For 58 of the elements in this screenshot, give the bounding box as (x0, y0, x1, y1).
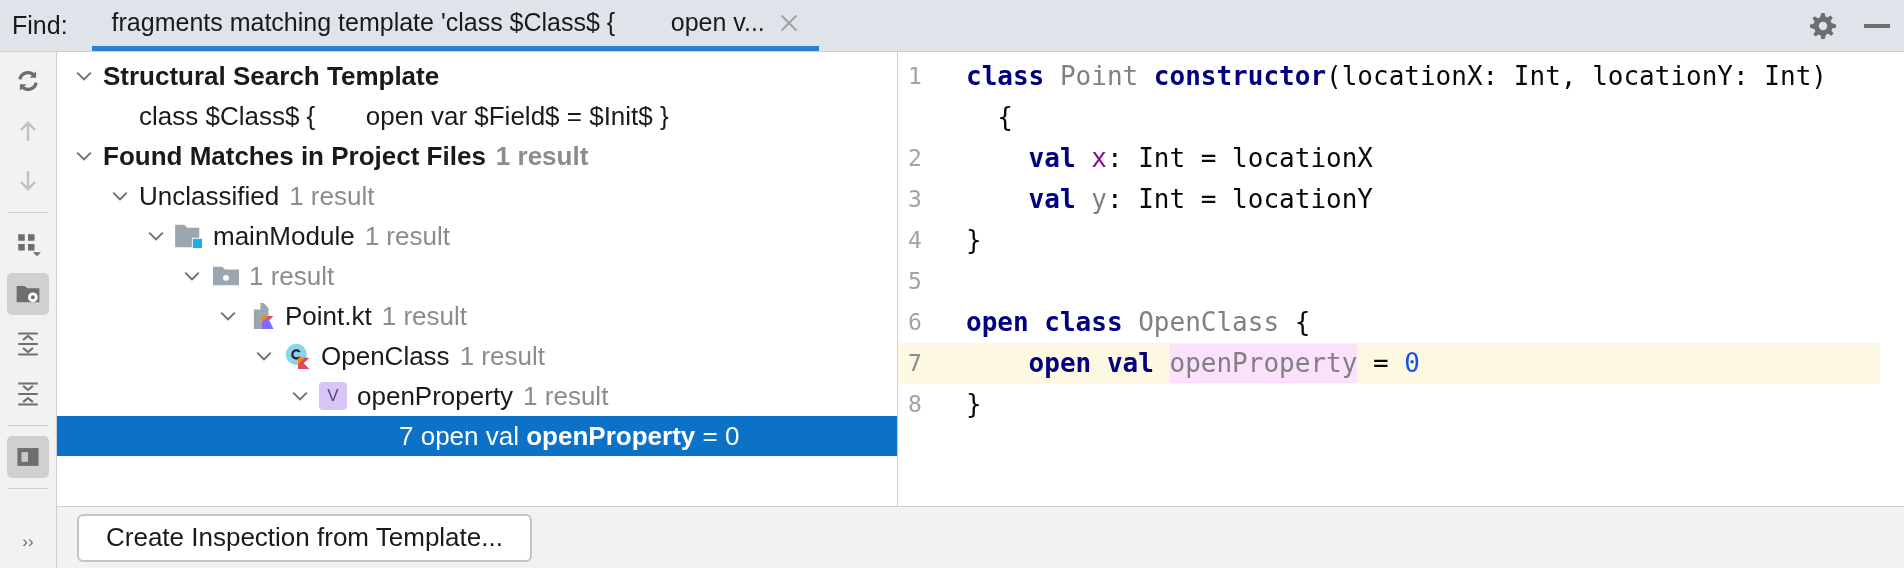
result-count: 1 result (381, 299, 467, 333)
selected-row[interactable]: 7 open val openProperty = 0 (57, 416, 897, 456)
line-number: 1 (907, 62, 923, 92)
code-text: } (966, 388, 982, 421)
module-folder-icon (175, 223, 205, 249)
toolbar-button[interactable] (7, 273, 49, 315)
refresh-icon (15, 68, 41, 94)
node-label[interactable]: openProperty (357, 376, 514, 416)
code-keyword: val (1027, 142, 1077, 175)
property-icon: V (319, 382, 347, 410)
group-title[interactable]: Structural Search Template (103, 56, 440, 96)
node-label[interactable]: class $Class$ { open var $Field$ = $Init$ } (139, 96, 669, 136)
node-label[interactable]: Unclassified (139, 176, 280, 216)
node-label[interactable]: Point.kt (285, 296, 372, 336)
code-keyword: open val (1027, 347, 1155, 380)
code-text: Point (1059, 60, 1140, 93)
node-label[interactable]: mainModule (213, 216, 355, 256)
code-text: 0 (1404, 347, 1420, 380)
result-count: 1 result (364, 219, 450, 253)
line-number: 6 (907, 308, 923, 338)
more-button[interactable]: ›› (22, 528, 34, 554)
settings-icon[interactable] (1810, 12, 1836, 39)
code-text: : Int = locationY (1106, 183, 1373, 216)
result-count: 1 result (495, 139, 589, 173)
line-number: 4 (907, 226, 923, 256)
grid-icon (15, 231, 41, 257)
node-label[interactable]: OpenClass (321, 336, 450, 376)
line-number: 3 (907, 185, 923, 215)
line-number: 8 (907, 390, 923, 420)
line-number: 5 (907, 267, 923, 297)
code-keyword: open class (966, 306, 1124, 339)
code-text: { (1293, 306, 1311, 339)
code-keyword: constructor (1153, 60, 1327, 93)
code-text: } (966, 224, 982, 257)
group-title[interactable]: Found Matches in Project Files (103, 136, 486, 176)
code-text: OpenClass (1138, 306, 1280, 339)
code-text: (locationX: Int, locationY: Int) (1326, 60, 1827, 93)
code-text: = (1372, 347, 1390, 380)
collapse-all-icon (15, 381, 41, 407)
create-inspection-button[interactable]: Create Inspection from Template... (77, 513, 532, 562)
result-count: 1 result (459, 339, 545, 373)
expand-all-icon (15, 331, 41, 357)
result-count: 1 result (523, 379, 609, 413)
minimize-icon[interactable] (1864, 23, 1890, 28)
match-text[interactable]: 7 open val openProperty = 0 (399, 416, 740, 456)
line-number: 2 (907, 144, 923, 174)
code-text: : Int = locationX (1106, 142, 1373, 175)
result-count: 1 result (289, 179, 375, 213)
line-number: 7 (907, 349, 923, 379)
result-count: 1 result (249, 259, 335, 293)
toolbar-button[interactable] (7, 436, 49, 478)
code-keyword: val (1027, 183, 1077, 216)
highlighted-match: openProperty (1169, 344, 1358, 383)
code-text: x (1091, 142, 1107, 175)
find-label: Find: (12, 9, 68, 41)
code-text: { (996, 101, 1013, 134)
code-text: y (1091, 183, 1107, 216)
code-keyword: class (966, 60, 1046, 93)
